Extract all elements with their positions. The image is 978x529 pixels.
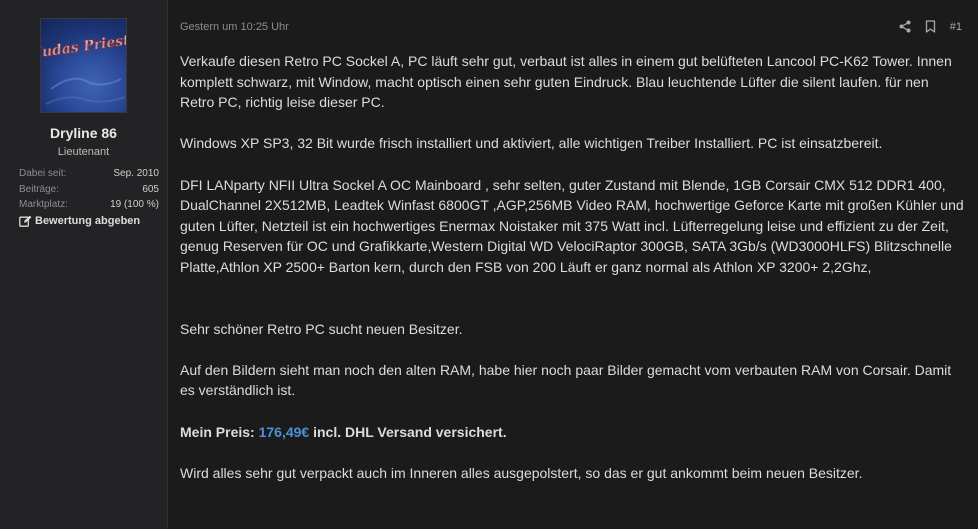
stat-label: Beiträge: — [19, 183, 60, 195]
stat-value: Sep. 2010 — [113, 168, 159, 179]
edit-icon — [19, 215, 32, 227]
post-number[interactable]: #1 — [950, 21, 962, 33]
rate-user-label: Bewertung abgeben — [35, 215, 141, 227]
price-value: 176,49€ — [258, 423, 310, 440]
username[interactable]: Dryline 86 — [0, 125, 167, 141]
stat-label: Marktplatz: — [19, 199, 68, 210]
post-paragraph: DFI LANparty NFII Ultra Sockel A OC Main… — [180, 176, 964, 275]
stat-value[interactable]: 605 — [142, 182, 159, 198]
post-paragraph: Auf den Bildern sieht man noch den alten… — [180, 361, 952, 399]
stat-marketplace: Marktplatz: 19 (100 %) — [19, 197, 159, 213]
stat-label: Dabei seit: — [19, 168, 67, 179]
forum-post: Judas Priest Dryline 86 Lieutenant Dabei… — [0, 0, 978, 529]
post-date[interactable]: Gestern um 10:25 Uhr — [180, 21, 289, 33]
stat-posts: Beiträge: 605 — [19, 182, 159, 198]
user-title: Lieutenant — [57, 146, 110, 158]
user-stats: Dabei seit: Sep. 2010 Beiträge: 605 Mark… — [19, 166, 159, 213]
stat-value[interactable]: 19 (100 %) — [110, 197, 159, 213]
post-header: Gestern um 10:25 Uhr #1 — [180, 20, 962, 35]
bookmark-icon[interactable] — [925, 20, 936, 33]
post-main: Gestern um 10:25 Uhr #1 Verkaufe diesen … — [168, 0, 978, 529]
post-paragraph: Wird alles sehr gut verpackt auch im Inn… — [180, 464, 863, 481]
post-actions: #1 — [899, 20, 962, 33]
post-paragraph: Windows XP SP3, 32 Bit wurde frisch inst… — [180, 135, 883, 152]
price-label: Mein Preis: — [180, 423, 255, 440]
user-panel: Judas Priest Dryline 86 Lieutenant Dabei… — [0, 0, 168, 529]
price-suffix: incl. DHL Versand versichert. — [313, 423, 507, 440]
avatar[interactable]: Judas Priest — [40, 18, 127, 113]
price-line: Mein Preis: 176,49€ incl. DHL Versand ve… — [180, 422, 965, 443]
rate-user-link[interactable]: Bewertung abgeben — [19, 215, 140, 227]
svg-text:Judas Priest: Judas Priest — [41, 32, 126, 62]
avatar-logo: Judas Priest — [41, 32, 126, 105]
stat-joined: Dabei seit: Sep. 2010 — [19, 166, 159, 182]
post-paragraph: Verkaufe diesen Retro PC Sockel A, PC lä… — [180, 53, 952, 111]
post-body: Verkaufe diesen Retro PC Sockel A, PC lä… — [180, 51, 965, 483]
share-icon[interactable] — [899, 20, 911, 33]
post-paragraph: Sehr schöner Retro PC sucht neuen Besitz… — [180, 320, 463, 337]
